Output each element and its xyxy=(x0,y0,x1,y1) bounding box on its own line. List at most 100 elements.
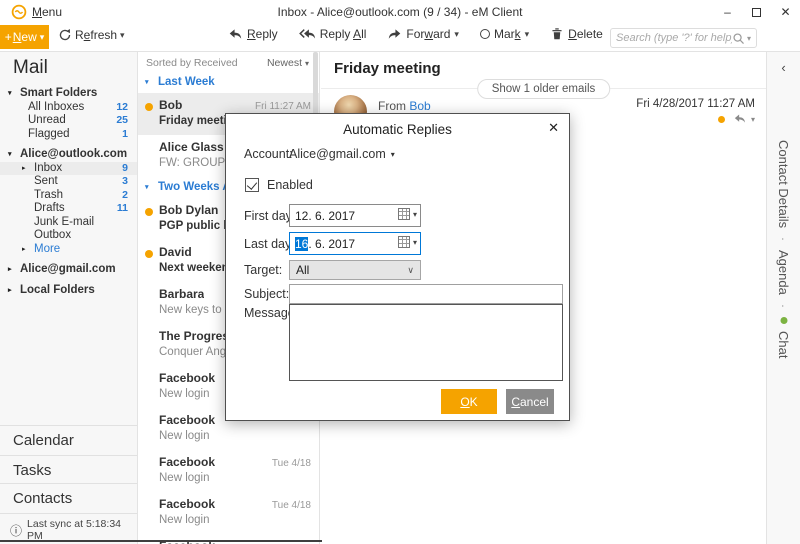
caret-right-icon: ▸ xyxy=(8,266,12,273)
account-label: Account: xyxy=(244,147,293,161)
chevron-down-icon[interactable]: ▾ xyxy=(747,34,751,43)
chevron-down-icon: ▾ xyxy=(454,28,459,39)
dialog-title: Automatic Replies xyxy=(343,122,452,137)
sidebar-item-outlook-account[interactable]: ▾ Alice@outlook.com xyxy=(0,148,137,162)
unread-dot-icon xyxy=(145,103,153,111)
message-row[interactable]: Facebook Tue 4/18 New login xyxy=(138,450,319,492)
caret-down-icon[interactable]: ▾ xyxy=(413,210,417,219)
collapse-panel-button[interactable]: ‹ xyxy=(767,60,800,75)
mark-circle-icon xyxy=(479,29,490,39)
minimize-button[interactable]: – xyxy=(713,0,742,24)
sidebar-item-trash[interactable]: Trash 2 xyxy=(0,189,137,203)
tab-contact-details[interactable]: Contact Details xyxy=(776,140,791,228)
dialog-close-button[interactable]: ✕ xyxy=(548,120,559,136)
reply-all-button[interactable]: Reply All xyxy=(298,27,366,41)
caret-right-icon: ▸ xyxy=(22,164,26,172)
sidebar-section-contacts[interactable]: Contacts xyxy=(0,483,137,513)
unread-count: 25 xyxy=(116,114,128,126)
title-bar: Menu Inbox - Alice@outlook.com (9 / 34) … xyxy=(0,0,800,24)
automatic-replies-dialog: Automatic Replies ✕ Account: Alice@gmail… xyxy=(225,113,570,421)
sidebar-item-flagged[interactable]: Flagged 1 xyxy=(0,128,137,142)
chat-online-dot-icon xyxy=(780,316,787,324)
sidebar-item-smart-folders[interactable]: ▾ Smart Folders xyxy=(0,87,137,101)
right-panel-tabs: ‹ Contact Details · Agenda · Chat xyxy=(766,52,800,544)
subject-label: Subject: xyxy=(244,287,290,301)
sidebar-item-local-folders[interactable]: ▸ Local Folders xyxy=(0,284,137,298)
from-label: From xyxy=(378,99,406,113)
sidebar-item-junk[interactable]: Junk E-mail xyxy=(0,216,137,230)
caret-down-icon: ▾ xyxy=(390,149,395,159)
ok-button[interactable]: OK xyxy=(441,389,497,414)
chevron-down-icon: ▾ xyxy=(39,31,45,42)
trash-icon xyxy=(552,28,562,40)
message-list-scrollbar[interactable] xyxy=(313,52,318,118)
unread-count: 11 xyxy=(116,202,128,214)
close-button[interactable]: ✕ xyxy=(771,0,800,24)
chevron-down-icon[interactable]: ▾ xyxy=(751,115,755,124)
caret-down-icon[interactable]: ▾ xyxy=(413,238,417,247)
account-dropdown[interactable]: Alice@gmail.com ▾ xyxy=(289,147,395,161)
group-header-last-week[interactable]: ▾ Last Week xyxy=(138,72,319,93)
reply-all-icon xyxy=(298,29,315,39)
sidebar-item-gmail-account[interactable]: ▸ Alice@gmail.com xyxy=(0,263,137,277)
calendar-icon[interactable] xyxy=(397,208,410,220)
reply-arrow-icon[interactable] xyxy=(733,113,747,125)
maximize-button[interactable] xyxy=(742,0,771,24)
message-row[interactable]: Facebook xyxy=(138,534,319,544)
tab-chat[interactable]: Chat xyxy=(776,331,791,358)
first-day-label: First day: xyxy=(244,209,296,223)
first-day-input[interactable]: 12. 6. 2017 ▾ xyxy=(289,204,421,227)
delete-button[interactable]: Delete xyxy=(550,27,603,41)
target-select[interactable]: All ∨ xyxy=(289,260,421,280)
mark-button[interactable]: Mark ▾ xyxy=(479,27,529,41)
reply-icon xyxy=(229,29,242,39)
chevron-down-icon: ▾ xyxy=(304,58,309,68)
sidebar-item-sent[interactable]: Sent 3 xyxy=(0,175,137,189)
sidebar-item-outbox[interactable]: Outbox xyxy=(0,229,137,243)
show-older-emails-button[interactable]: Show 1 older emails xyxy=(476,79,611,99)
enabled-checkbox[interactable] xyxy=(245,178,259,192)
sort-order-button[interactable]: Newest ▾ xyxy=(267,57,309,69)
sidebar-section-calendar[interactable]: Calendar xyxy=(0,425,137,455)
caret-right-icon: ▸ xyxy=(22,245,26,253)
search-box: ▾ xyxy=(610,28,757,48)
email-subject: Friday meeting xyxy=(334,60,441,77)
email-date: Fri 4/28/2017 11:27 AM xyxy=(636,98,755,110)
folder-sidebar: Mail ▾ Smart Folders All Inboxes 12 Unread… xyxy=(0,52,138,544)
search-input[interactable] xyxy=(616,32,732,44)
chevron-down-icon: ∨ xyxy=(407,264,414,275)
sidebar-item-unread[interactable]: Unread 25 xyxy=(0,114,137,128)
sender-link[interactable]: Bob xyxy=(409,99,430,113)
message-row[interactable]: Facebook Tue 4/18 New login xyxy=(138,492,319,534)
sync-status: ⓘ Last sync at 5:18:34 PM xyxy=(10,518,121,542)
unread-dot-icon xyxy=(145,208,153,216)
info-icon: ⓘ xyxy=(10,523,23,538)
sort-by-button[interactable]: Sorted by Received xyxy=(146,57,238,69)
caret-right-icon: ▸ xyxy=(8,286,12,294)
forward-button[interactable]: Forward ▾ xyxy=(387,27,459,41)
sidebar-item-inbox[interactable]: ▸ Inbox 9 xyxy=(0,161,137,175)
target-label: Target: xyxy=(244,263,283,277)
calendar-icon[interactable] xyxy=(397,236,410,248)
new-button[interactable]: + New ▾ xyxy=(0,25,49,49)
message-label: Message xyxy=(244,306,295,320)
sidebar-item-all-inboxes[interactable]: All Inboxes 12 xyxy=(0,101,137,115)
sidebar-item-more[interactable]: ▸ More xyxy=(0,243,137,257)
search-icon[interactable] xyxy=(732,32,745,45)
message-textarea[interactable] xyxy=(289,304,563,381)
unread-count: 1 xyxy=(122,127,128,140)
unread-count: 2 xyxy=(122,188,128,201)
unread-dot-icon xyxy=(145,250,153,258)
refresh-button[interactable]: Refresh ▾ xyxy=(58,28,125,42)
cancel-button[interactable]: Cancel xyxy=(506,389,554,414)
reply-button[interactable]: Reply xyxy=(228,27,278,41)
window-bottom-edge xyxy=(0,540,322,542)
last-day-input[interactable]: 16. 6. 2017 ▾ xyxy=(289,232,421,255)
tab-agenda[interactable]: Agenda xyxy=(776,250,791,295)
sidebar-section-tasks[interactable]: Tasks xyxy=(0,455,137,485)
subject-input[interactable] xyxy=(289,284,563,304)
sidebar-item-drafts[interactable]: Drafts 11 xyxy=(0,202,137,216)
unread-dot-icon xyxy=(717,115,725,123)
app-window: Menu Inbox - Alice@outlook.com (9 / 34) … xyxy=(0,0,800,544)
caret-down-icon: ▾ xyxy=(8,151,12,158)
